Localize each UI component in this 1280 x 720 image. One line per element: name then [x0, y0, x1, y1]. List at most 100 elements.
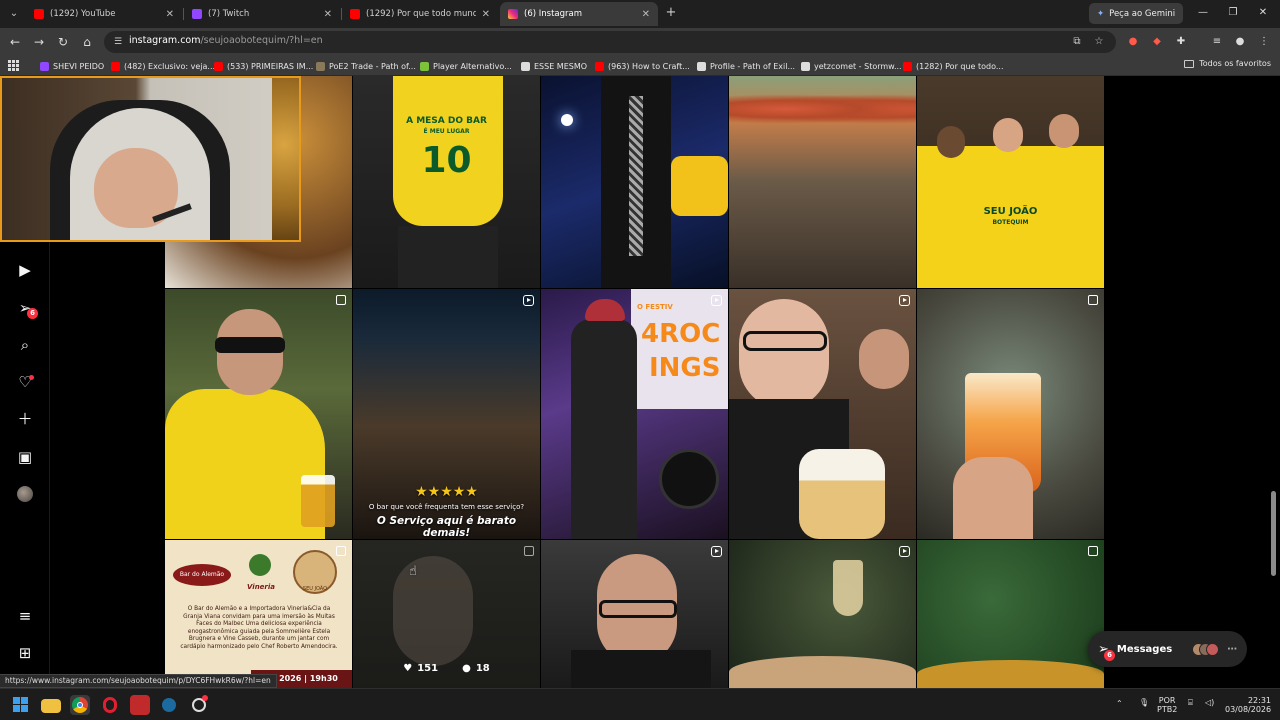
bookmark-item[interactable]: (1282) Por que todo... [903, 59, 1004, 73]
all-bookmarks-folder[interactable]: Todos os favoritos [1184, 59, 1271, 68]
back-icon[interactable]: ← [6, 33, 24, 51]
gemini-button[interactable]: ✦ Peça ao Gemini [1089, 3, 1184, 24]
singer-shape [571, 319, 637, 539]
close-icon[interactable]: ✕ [324, 9, 332, 20]
more-icon[interactable]: ⋯ [1227, 644, 1237, 655]
post-tile-hovered[interactable]: ♥ 151 ● 18 [353, 540, 540, 688]
sunglasses [215, 337, 285, 353]
close-icon[interactable]: ✕ [166, 9, 174, 20]
close-window-icon[interactable]: ✕ [1252, 4, 1274, 22]
carousel-icon [336, 295, 346, 305]
tab-search-icon[interactable]: ⌄ [4, 4, 24, 24]
language-indicator[interactable]: POR PTB2 [1157, 696, 1177, 714]
post-tile[interactable] [729, 540, 916, 688]
post-tile[interactable]: A MESA DO BAR É MEU LUGAR 10 [353, 76, 540, 288]
apps-grid-icon[interactable] [8, 60, 19, 71]
festival-text: 4ROC [641, 319, 721, 349]
scrollbar-thumb[interactable] [1271, 491, 1276, 576]
food-plate [272, 78, 299, 240]
bookmark-item[interactable]: SHEVI PEIDO [40, 59, 104, 73]
stage-sign [671, 156, 728, 216]
bookmark-item[interactable]: ESSE MESMO [521, 59, 587, 73]
also-from-meta-icon[interactable]: ⊞ [15, 643, 35, 663]
youtube-icon [111, 61, 120, 71]
post-tile[interactable]: Bar do Alemão Vineria SEU JOÃO O Bar do … [165, 540, 352, 688]
install-app-icon[interactable]: ⧉ [1070, 35, 1084, 49]
youtube-icon [903, 61, 912, 71]
tab-youtube-video[interactable]: (1292) Por que todo mundo fal ✕ [342, 2, 498, 26]
profile-avatar[interactable] [17, 486, 33, 502]
bookmarks-bar: SHEVI PEIDO (482) Exclusivo: veja... (53… [0, 56, 1280, 76]
messages-label: Messages [1116, 643, 1173, 655]
minimize-icon[interactable]: — [1192, 4, 1214, 22]
stage-light [561, 114, 573, 126]
forward-icon[interactable]: → [30, 33, 48, 51]
bookmark-item[interactable]: (963) How to Craft... [595, 59, 690, 73]
bookmark-item[interactable]: (533) PRIMEIRAS IM... [214, 59, 313, 73]
new-tab-button[interactable]: + [663, 4, 679, 22]
media-control-icon[interactable]: ≡ [1209, 34, 1225, 50]
bookmark-item[interactable]: Player Alternativo... [420, 59, 512, 73]
post-tile[interactable]: SEU JOÃO BOTEQUIM [917, 76, 1104, 288]
post-tile[interactable] [729, 289, 916, 539]
site-info-icon[interactable]: ☰ [111, 35, 125, 49]
post-tile[interactable] [165, 289, 352, 539]
close-icon[interactable]: ✕ [642, 9, 650, 20]
browser-tab-strip: ⌄ (1292) YouTube ✕ (7) Twitch ✕ (1292) P… [0, 0, 1280, 28]
messages-button[interactable]: ➢ 6 Messages ⋯ [1088, 631, 1247, 667]
file-explorer-icon[interactable] [41, 699, 61, 713]
webcam-overlay [0, 76, 301, 242]
clock[interactable]: 22:31 03/08/2026 [1225, 696, 1271, 714]
opera-icon[interactable] [100, 695, 120, 715]
dashboard-icon[interactable]: ▣ [15, 447, 35, 467]
profile-icon[interactable]: ● [1232, 34, 1248, 50]
post-tile[interactable] [541, 540, 728, 688]
reload-icon[interactable]: ↻ [54, 33, 72, 51]
tab-youtube[interactable]: (1292) YouTube ✕ [26, 2, 182, 26]
extension-icon[interactable]: ● [1125, 34, 1141, 50]
bookmark-item[interactable]: (482) Exclusivo: veja... [111, 59, 215, 73]
microphone-icon[interactable]: 🎙 [1139, 698, 1149, 707]
bookmark-item[interactable]: PoE2 Trade - Path of... [316, 59, 416, 73]
volume-icon[interactable]: ◁) [1205, 698, 1214, 707]
shirt-number: 10 [421, 140, 472, 181]
tab-instagram[interactable]: (6) Instagram ✕ [500, 2, 658, 26]
app-icon[interactable] [189, 695, 209, 715]
create-plus-icon[interactable]: ＋ [15, 409, 35, 429]
extensions-puzzle-icon[interactable]: ✚ [1173, 34, 1189, 50]
extension-badge-icon[interactable]: ◆ [1149, 34, 1165, 50]
streaming-app-icon[interactable] [130, 695, 150, 715]
post-tile[interactable] [917, 289, 1104, 539]
steam-icon[interactable] [159, 695, 179, 715]
page-icon [801, 61, 810, 71]
restore-icon[interactable]: ❐ [1222, 4, 1244, 22]
close-icon[interactable]: ✕ [482, 9, 490, 20]
bookmark-label: (482) Exclusivo: veja... [124, 61, 216, 71]
windows-start-icon[interactable] [11, 695, 31, 715]
tab-twitch[interactable]: (7) Twitch ✕ [184, 2, 340, 26]
bookmark-label: Player Alternativo... [433, 61, 512, 71]
reel-icon [523, 295, 534, 306]
bookmark-item[interactable]: yetzcomet - Stormw... [801, 59, 902, 73]
search-icon[interactable]: ⌕ [15, 335, 35, 355]
player-icon [420, 61, 429, 71]
post-tile[interactable]: O FESTIV 4ROC INGS [541, 289, 728, 539]
chrome-icon[interactable] [70, 695, 90, 715]
twitch-icon [192, 9, 202, 19]
show-hidden-icons[interactable]: ⌃ [1116, 699, 1123, 708]
post-tile[interactable] [917, 540, 1104, 688]
notification-dot [29, 375, 34, 380]
reel-icon [899, 295, 910, 306]
home-icon[interactable]: ⌂ [78, 33, 96, 51]
menu-kebab-icon[interactable]: ⋮ [1256, 34, 1272, 50]
bookmark-item[interactable]: Profile - Path of Exil... [697, 59, 795, 73]
reels-icon[interactable]: ▶ [15, 260, 35, 280]
post-tile[interactable]: ★★★★★ O bar que você frequenta tem esse … [353, 289, 540, 539]
bookmark-star-icon[interactable]: ☆ [1092, 35, 1106, 49]
more-menu-icon[interactable]: ≡ [15, 606, 35, 626]
youtube-icon [350, 9, 360, 19]
network-icon[interactable]: ⌸ [1188, 698, 1193, 707]
post-tile[interactable] [541, 76, 728, 288]
post-tile[interactable] [729, 76, 916, 288]
address-bar[interactable]: ☰ instagram.com/seujoaobotequim/?hl=en ⧉… [104, 31, 1116, 53]
